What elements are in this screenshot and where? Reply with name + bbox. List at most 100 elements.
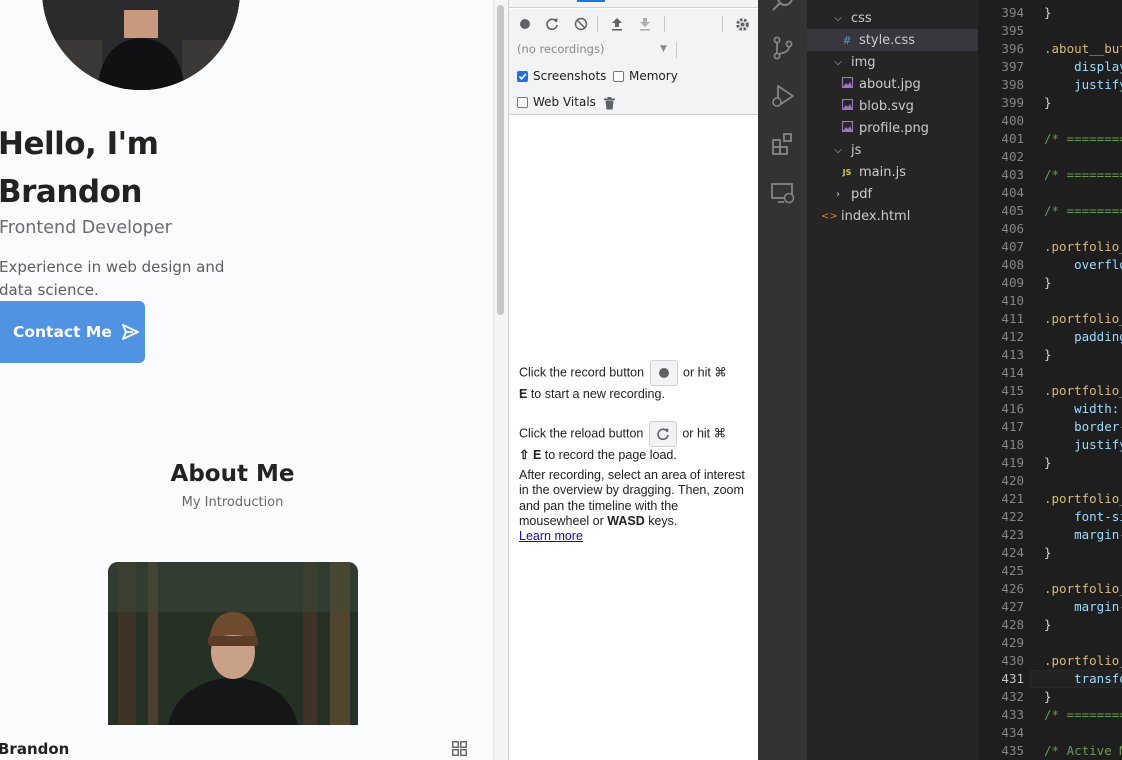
code-line[interactable]: .portfolio_ [1044, 310, 1122, 328]
code-line[interactable]: } [1044, 4, 1052, 22]
code-line[interactable]: .portfolio_ [1044, 382, 1122, 400]
line-number: 398 [1001, 77, 1024, 92]
tree-item-label: img [851, 54, 876, 70]
code-line[interactable]: overflo [1044, 256, 1122, 274]
code-line[interactable]: padding [1044, 328, 1122, 346]
tree-file-index-html[interactable]: <> index.html [807, 205, 978, 227]
checkbox-checked-icon[interactable] [517, 70, 528, 82]
screenshots-checkbox[interactable]: Screenshots [517, 69, 606, 83]
inline-reload-button[interactable] [648, 421, 677, 447]
memory-label: Memory [629, 69, 678, 83]
code-line[interactable]: } [1044, 346, 1052, 364]
line-number: 403 [1001, 167, 1024, 182]
code-line[interactable]: width: [1044, 400, 1122, 418]
grid-menu-icon[interactable] [452, 741, 467, 756]
chevron-right-icon: › [836, 188, 840, 200]
code-line[interactable]: } [1044, 454, 1052, 472]
run-debug-icon[interactable] [770, 83, 796, 109]
record-hint: Click the record button or hit ⌘ E to st… [519, 360, 749, 402]
line-number: 400 [1001, 113, 1024, 128]
tree-folder-img[interactable]: ⌵ img [807, 51, 978, 73]
clear-button[interactable] [573, 16, 589, 32]
tab-performance[interactable] [577, 0, 605, 2]
code-line[interactable]: .about__but [1044, 40, 1122, 58]
code-line[interactable]: /* Active M [1044, 742, 1122, 760]
line-number: 425 [1001, 563, 1024, 578]
code-line[interactable]: margin- [1044, 526, 1122, 544]
line-number: 435 [1001, 743, 1024, 758]
line-number: 417 [1001, 419, 1024, 434]
code-line[interactable]: display [1044, 58, 1122, 76]
chevron-down-icon: ⌵ [834, 56, 842, 68]
after-hint-key: WASD [607, 513, 645, 528]
reload-record-button[interactable] [544, 16, 560, 32]
checkbox-unchecked-icon[interactable] [517, 96, 528, 108]
code-line[interactable]: } [1044, 688, 1052, 706]
tree-file-main-js[interactable]: JS main.js [807, 161, 978, 183]
code-line[interactable]: .portfolio_ [1044, 580, 1122, 598]
extensions-icon[interactable] [770, 131, 796, 157]
code-line[interactable]: /* ======== [1044, 202, 1122, 220]
line-number: 426 [1001, 581, 1024, 596]
code-line[interactable]: justify [1044, 436, 1122, 454]
image-file-icon [839, 76, 855, 91]
web-vitals-checkbox[interactable]: Web Vitals [517, 95, 596, 109]
tree-file-profile-png[interactable]: profile.png [807, 117, 978, 139]
search-icon[interactable] [770, 0, 796, 14]
tree-folder-js[interactable]: ⌵ js [807, 139, 978, 161]
line-number: 416 [1001, 401, 1024, 416]
learn-more-link[interactable]: Learn more [519, 529, 583, 543]
tree-folder-css[interactable]: ⌵ css [807, 7, 978, 29]
code-line[interactable]: .portfolio_ [1044, 490, 1122, 508]
code-line[interactable]: margin- [1044, 598, 1122, 616]
code-line[interactable]: .portfolio_ [1044, 238, 1122, 256]
file-explorer: ⌵ css # style.css ⌵ img about.jpg blob.s… [807, 0, 978, 760]
code-line[interactable]: /* ======== [1044, 706, 1122, 724]
about-photo [108, 562, 358, 725]
tree-file-style-css[interactable]: # style.css [807, 29, 978, 51]
tree-folder-pdf[interactable]: › pdf [807, 183, 978, 205]
page-scrollbar[interactable] [493, 0, 508, 760]
tree-file-about-jpg[interactable]: about.jpg [807, 73, 978, 95]
code-line[interactable]: border- [1044, 418, 1122, 436]
code-line[interactable]: } [1044, 94, 1052, 112]
load-profile-button[interactable] [609, 16, 625, 32]
page-scrollbar-thumb[interactable] [497, 5, 504, 315]
vscode-activity-bar [758, 0, 807, 760]
line-number: 409 [1001, 275, 1024, 290]
code-line[interactable]: } [1044, 544, 1052, 562]
remote-explorer-icon[interactable] [770, 180, 796, 206]
source-control-icon[interactable] [770, 35, 796, 61]
line-number: 418 [1001, 437, 1024, 452]
code-line[interactable]: /* ======== [1044, 130, 1122, 148]
screenshots-label: Screenshots [533, 69, 607, 83]
line-number: 424 [1001, 545, 1024, 560]
tree-file-blob-svg[interactable]: blob.svg [807, 95, 978, 117]
performance-toolbar: (no recordings) ▼ Screenshots Memory Web… [509, 9, 758, 115]
line-number: 432 [1001, 689, 1024, 704]
memory-checkbox[interactable]: Memory [613, 69, 678, 83]
js-file-icon: JS [842, 167, 852, 177]
checkbox-unchecked-icon[interactable] [613, 70, 624, 82]
after-hint-end: keys. [648, 513, 678, 528]
contact-me-button[interactable]: Contact Me [0, 301, 145, 363]
code-line[interactable]: /* ======== [1044, 166, 1122, 184]
code-line[interactable]: justify [1044, 76, 1122, 94]
recordings-dropdown[interactable]: (no recordings) [517, 42, 671, 58]
inline-record-button[interactable] [649, 360, 678, 386]
code-line[interactable]: } [1044, 274, 1052, 292]
code-line[interactable]: transfo [1044, 670, 1122, 688]
capture-settings-button[interactable] [734, 16, 750, 32]
code-editor[interactable]: 394 395 396 397 398 399 400 401 402 403 404 405 406 4… [978, 0, 1122, 760]
devtools-tabbar [509, 0, 758, 8]
line-number: 430 [1001, 653, 1024, 668]
code-line[interactable]: } [1044, 616, 1052, 634]
code-line[interactable]: .portfolio_ [1044, 652, 1122, 670]
code-line[interactable]: font-si [1044, 508, 1122, 526]
tree-item-label: blob.svg [859, 98, 914, 114]
save-profile-button[interactable] [637, 16, 653, 32]
profile-avatar [42, 0, 240, 90]
record-button[interactable] [517, 16, 533, 32]
nav-logo[interactable]: Brandon [0, 740, 69, 758]
collect-garbage-button[interactable] [601, 95, 617, 111]
